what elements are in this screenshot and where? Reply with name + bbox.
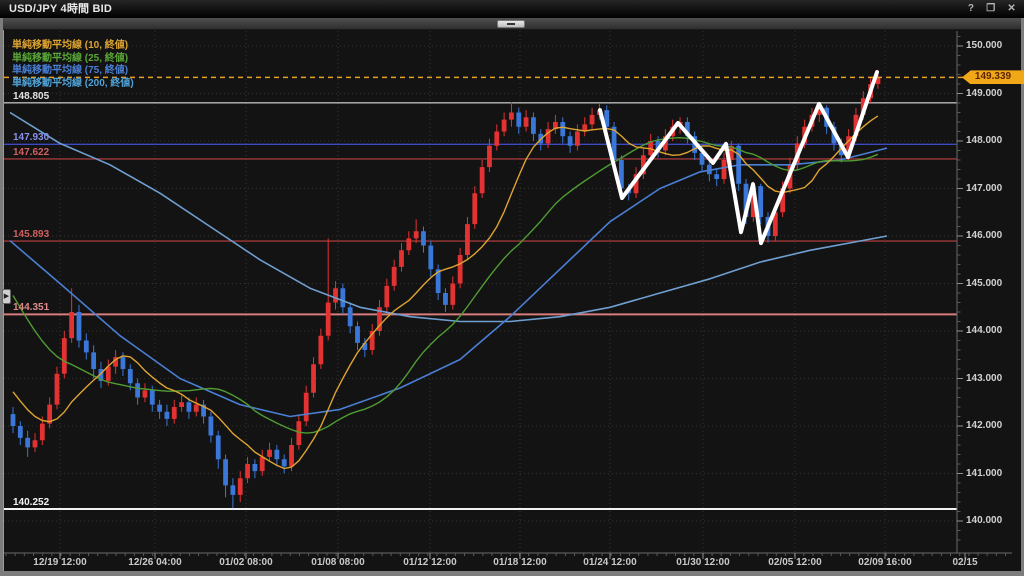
trading-chart-window: USD/JPY 4時間 BID ? ❐ ✕ ▶ 単純移動平均線 (10, 終値)… <box>0 0 1024 576</box>
panel-collapse-handle[interactable]: ▶ <box>2 289 11 304</box>
candle-body <box>252 464 257 471</box>
candle-body <box>340 288 345 307</box>
candle-body <box>296 421 301 445</box>
candle-body <box>77 312 82 341</box>
candlesticks <box>11 70 881 508</box>
candle-body <box>187 402 192 412</box>
candle-body <box>758 186 763 217</box>
candle-body <box>318 336 323 365</box>
close-icon[interactable]: ✕ <box>1007 0 1016 18</box>
candle-body <box>516 113 521 127</box>
candle-body <box>487 146 492 167</box>
candle-body <box>18 426 23 438</box>
candle-body <box>216 436 221 460</box>
candle-body <box>91 352 96 369</box>
candle-body <box>531 117 536 134</box>
candle-body <box>274 450 279 460</box>
candle-body <box>414 231 419 238</box>
candle-body <box>238 478 243 495</box>
candle-body <box>590 115 595 125</box>
candle-body <box>135 383 140 397</box>
candle-body <box>231 485 236 495</box>
candle-body <box>722 160 727 179</box>
candle-body <box>428 246 433 270</box>
candle-body <box>714 174 719 179</box>
candle-body <box>33 440 38 447</box>
window-controls: ? ❐ ✕ <box>968 0 1016 18</box>
chart-canvas[interactable] <box>0 0 1024 576</box>
candle-body <box>384 286 389 307</box>
grid-lines <box>4 31 957 553</box>
candle-body <box>179 402 184 407</box>
titlebar[interactable]: USD/JPY 4時間 BID ? ❐ ✕ <box>0 0 1024 18</box>
candle-body <box>406 238 411 250</box>
candle-body <box>55 374 60 405</box>
candle-body <box>502 120 507 132</box>
candle-body <box>509 113 514 120</box>
candle-body <box>494 132 499 146</box>
toolbar-collapse-button[interactable] <box>497 20 525 28</box>
maximize-icon[interactable]: ❐ <box>986 0 995 18</box>
candle-body <box>443 293 448 305</box>
candle-body <box>172 407 177 419</box>
candle-body <box>568 136 573 146</box>
candle-body <box>121 357 126 369</box>
candle-body <box>62 338 67 374</box>
candle-body <box>575 132 580 146</box>
candle-body <box>355 326 360 343</box>
candle-body <box>165 412 170 419</box>
candle-body <box>392 267 397 286</box>
candle-body <box>560 122 565 136</box>
candle-body <box>458 255 463 284</box>
candle-body <box>465 224 470 255</box>
candle-body <box>472 193 477 224</box>
candle-body <box>25 438 30 448</box>
candle-body <box>421 231 426 245</box>
candle-body <box>524 117 529 127</box>
candle-body <box>40 424 45 441</box>
candle-body <box>69 312 74 338</box>
candle-body <box>282 459 287 466</box>
candle-body <box>289 445 294 466</box>
candle-body <box>128 369 133 383</box>
candle-body <box>150 390 155 404</box>
candle-body <box>223 459 228 485</box>
candle-body <box>267 450 272 457</box>
candle-body <box>450 284 455 305</box>
candle-body <box>84 341 89 353</box>
collapse-handle-icon <box>507 23 515 25</box>
candle-body <box>304 393 309 422</box>
candle-body <box>209 417 214 436</box>
candle-body <box>157 405 162 412</box>
candle-body <box>143 390 148 397</box>
toolbar-strip <box>3 18 1021 30</box>
candle-body <box>480 167 485 193</box>
sma-25-line <box>13 138 878 433</box>
candle-body <box>260 457 265 471</box>
candle-body <box>348 307 353 326</box>
candle-body <box>333 288 338 302</box>
candle-body <box>311 364 316 393</box>
help-icon[interactable]: ? <box>968 0 974 18</box>
candle-body <box>11 414 16 426</box>
window-title: USD/JPY 4時間 BID <box>9 3 112 15</box>
candle-body <box>194 405 199 412</box>
candle-body <box>245 464 250 478</box>
candle-body <box>399 250 404 267</box>
candle-body <box>326 303 331 336</box>
